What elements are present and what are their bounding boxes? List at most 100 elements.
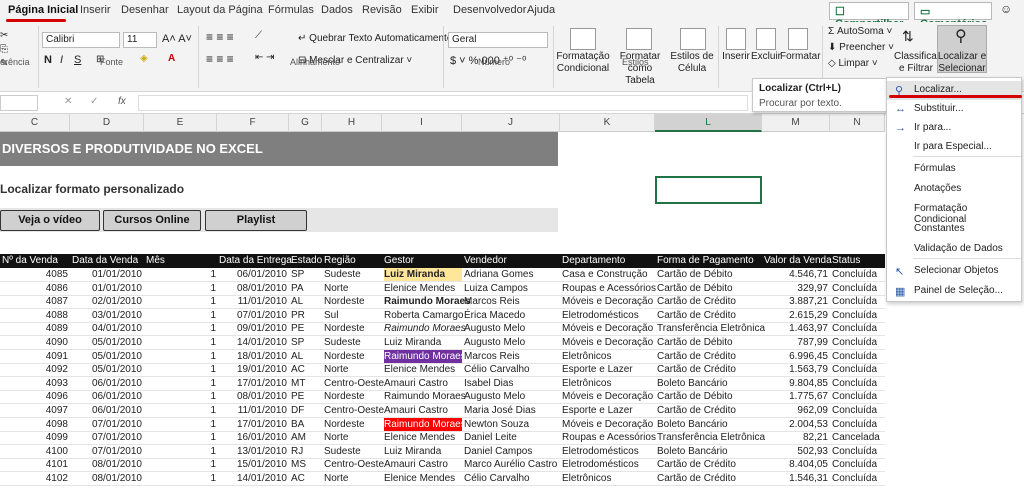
column-header-N[interactable]: N [830, 114, 885, 132]
table-cell[interactable]: Concluída [832, 377, 877, 390]
table-cell[interactable]: RJ [291, 445, 303, 458]
comments-button[interactable]: ▭ Comentários [914, 2, 992, 30]
table-cell[interactable]: Daniel Leite [464, 431, 517, 444]
column-header-F[interactable]: F [217, 114, 289, 132]
table-cell[interactable]: Elenice Mendes [384, 282, 455, 295]
table-cell[interactable]: 1 [210, 377, 216, 390]
table-cell[interactable]: 07/01/2010 [237, 309, 287, 322]
cancel-icon[interactable]: ✕ [64, 96, 72, 107]
menu-item-10[interactable]: ▦ Painel de Seleção... [887, 282, 1021, 301]
table-cell[interactable]: 08/01/2010 [237, 390, 287, 403]
menu-item-5[interactable]: Anotações [887, 180, 1021, 199]
table-cell[interactable]: Eletrodomésticos [562, 445, 639, 458]
table-cell[interactable]: 3.887,21 [789, 295, 828, 308]
table-cell[interactable]: Raimundo Moraes [384, 295, 471, 308]
menu-item-6[interactable]: Formatação Condicional [887, 200, 1021, 225]
table-cell[interactable]: Centro-Oeste [324, 377, 384, 390]
table-cell[interactable]: 4102 [46, 472, 68, 485]
table-cell[interactable]: Amauri Castro [384, 404, 448, 417]
table-cell[interactable]: Concluída [832, 390, 877, 403]
table-cell[interactable]: Elenice Mendes [384, 472, 455, 485]
table-cell[interactable]: 13/01/2010 [237, 445, 287, 458]
menu-item-4[interactable]: Fórmulas [887, 160, 1021, 179]
menu-item-8[interactable]: Validação de Dados [887, 240, 1021, 259]
table-cell[interactable]: Nordeste [324, 322, 365, 335]
table-cell[interactable]: Cartão de Crédito [657, 363, 736, 376]
tab-3[interactable]: Layout da Página [177, 4, 263, 16]
table-cell[interactable]: Concluída [832, 268, 877, 281]
table-cell[interactable]: Concluída [832, 363, 877, 376]
menu-item-7[interactable]: Constantes [887, 220, 1021, 239]
table-cell[interactable]: Eletrodomésticos [562, 309, 639, 322]
table-cell[interactable]: Augusto Melo [464, 336, 525, 349]
delete-cells-button[interactable]: Excluir [750, 51, 782, 63]
table-cell[interactable]: Nordeste [324, 390, 365, 403]
table-cell[interactable]: Concluída [832, 458, 877, 471]
menu-item-2[interactable]: → Ir para... [887, 119, 1021, 138]
table-cell[interactable]: Centro-Oeste [324, 404, 384, 417]
table-cell[interactable]: 19/01/2010 [237, 363, 287, 376]
table-cell[interactable]: 4087 [46, 295, 68, 308]
table-cell[interactable]: 1.563,79 [789, 363, 828, 376]
courses-button[interactable]: Cursos Online [103, 210, 201, 231]
table-cell[interactable]: Cartão de Crédito [657, 309, 736, 322]
table-cell[interactable]: AL [291, 295, 303, 308]
table-cell[interactable]: 4098 [46, 418, 68, 431]
table-cell[interactable]: Nordeste [324, 350, 365, 363]
table-cell[interactable]: Móveis e Decoração [562, 418, 653, 431]
table-cell[interactable]: 05/01/2010 [92, 350, 142, 363]
table-cell[interactable]: Célio Carvalho [464, 363, 530, 376]
table-cell[interactable]: Newton Souza [464, 418, 529, 431]
table-cell[interactable]: Amauri Castro [384, 458, 448, 471]
italic-icon[interactable]: I [60, 54, 63, 66]
font-size-combo[interactable]: 11 [123, 32, 157, 48]
table-cell[interactable]: Casa e Construção [562, 268, 648, 281]
underline-icon[interactable]: S [74, 54, 81, 66]
table-cell[interactable]: 08/01/2010 [237, 282, 287, 295]
table-cell[interactable]: Cartão de Crédito [657, 350, 736, 363]
align-left-icon[interactable]: ≡ ≡ ≡ [206, 52, 234, 66]
tab-4[interactable]: Fórmulas [268, 4, 314, 16]
table-cell[interactable]: Eletrônicos [562, 472, 611, 485]
indent-icon[interactable]: ⇤ ⇥ [255, 52, 275, 63]
playlist-button[interactable]: Playlist [205, 210, 307, 231]
table-cell[interactable]: 05/01/2010 [92, 363, 142, 376]
tab-6[interactable]: Revisão [362, 4, 402, 16]
table-cell[interactable]: 07/01/2010 [92, 431, 142, 444]
orientation-icon[interactable]: ⟋ [255, 30, 262, 41]
table-cell[interactable]: 1 [210, 350, 216, 363]
table-cell[interactable]: 1 [210, 282, 216, 295]
table-cell[interactable]: AC [291, 363, 305, 376]
table-cell[interactable]: 01/01/2010 [92, 282, 142, 295]
table-cell[interactable]: 17/01/2010 [237, 418, 287, 431]
table-cell[interactable]: 4097 [46, 404, 68, 417]
table-cell[interactable]: Cartão de Débito [657, 268, 733, 281]
table-cell[interactable]: Boleto Bancário [657, 418, 728, 431]
table-cell[interactable]: DF [291, 404, 304, 417]
table-cell[interactable]: Daniel Campos [464, 445, 532, 458]
table-cell[interactable]: 1 [210, 390, 216, 403]
align-top-icon[interactable]: ≡ ≡ ≡ [206, 30, 234, 44]
table-cell[interactable]: Eletrodomésticos [562, 458, 639, 471]
table-cell[interactable]: 1 [210, 418, 216, 431]
table-cell[interactable]: 1 [210, 309, 216, 322]
fill-color-icon[interactable]: ◈ [140, 53, 148, 64]
table-cell[interactable]: 14/01/2010 [237, 472, 287, 485]
table-cell[interactable]: Concluída [832, 472, 877, 485]
table-cell[interactable]: Sudeste [324, 445, 361, 458]
column-header-J[interactable]: J [462, 114, 560, 132]
table-cell[interactable]: 787,99 [797, 336, 828, 349]
table-cell[interactable]: 08/01/2010 [92, 472, 142, 485]
cell-styles-button[interactable]: Estilos de Célula [670, 51, 714, 75]
table-cell[interactable]: Eletrônicos [562, 350, 611, 363]
table-cell[interactable]: Transferência Eletrônica [657, 431, 765, 444]
table-cell[interactable]: Cartão de Débito [657, 282, 733, 295]
tab-9[interactable]: Ajuda [527, 4, 555, 16]
tab-1[interactable]: Inserir [80, 4, 111, 16]
table-cell[interactable]: Célio Carvalho [464, 472, 530, 485]
column-header-C[interactable]: C [0, 114, 70, 132]
format-cells-button[interactable]: Formatar [780, 51, 821, 63]
table-cell[interactable]: Raimundo Moraes [384, 322, 466, 335]
menu-item-1[interactable]: ↔ Substituir... [887, 100, 1021, 119]
table-cell[interactable]: 11/01/2010 [238, 404, 287, 417]
